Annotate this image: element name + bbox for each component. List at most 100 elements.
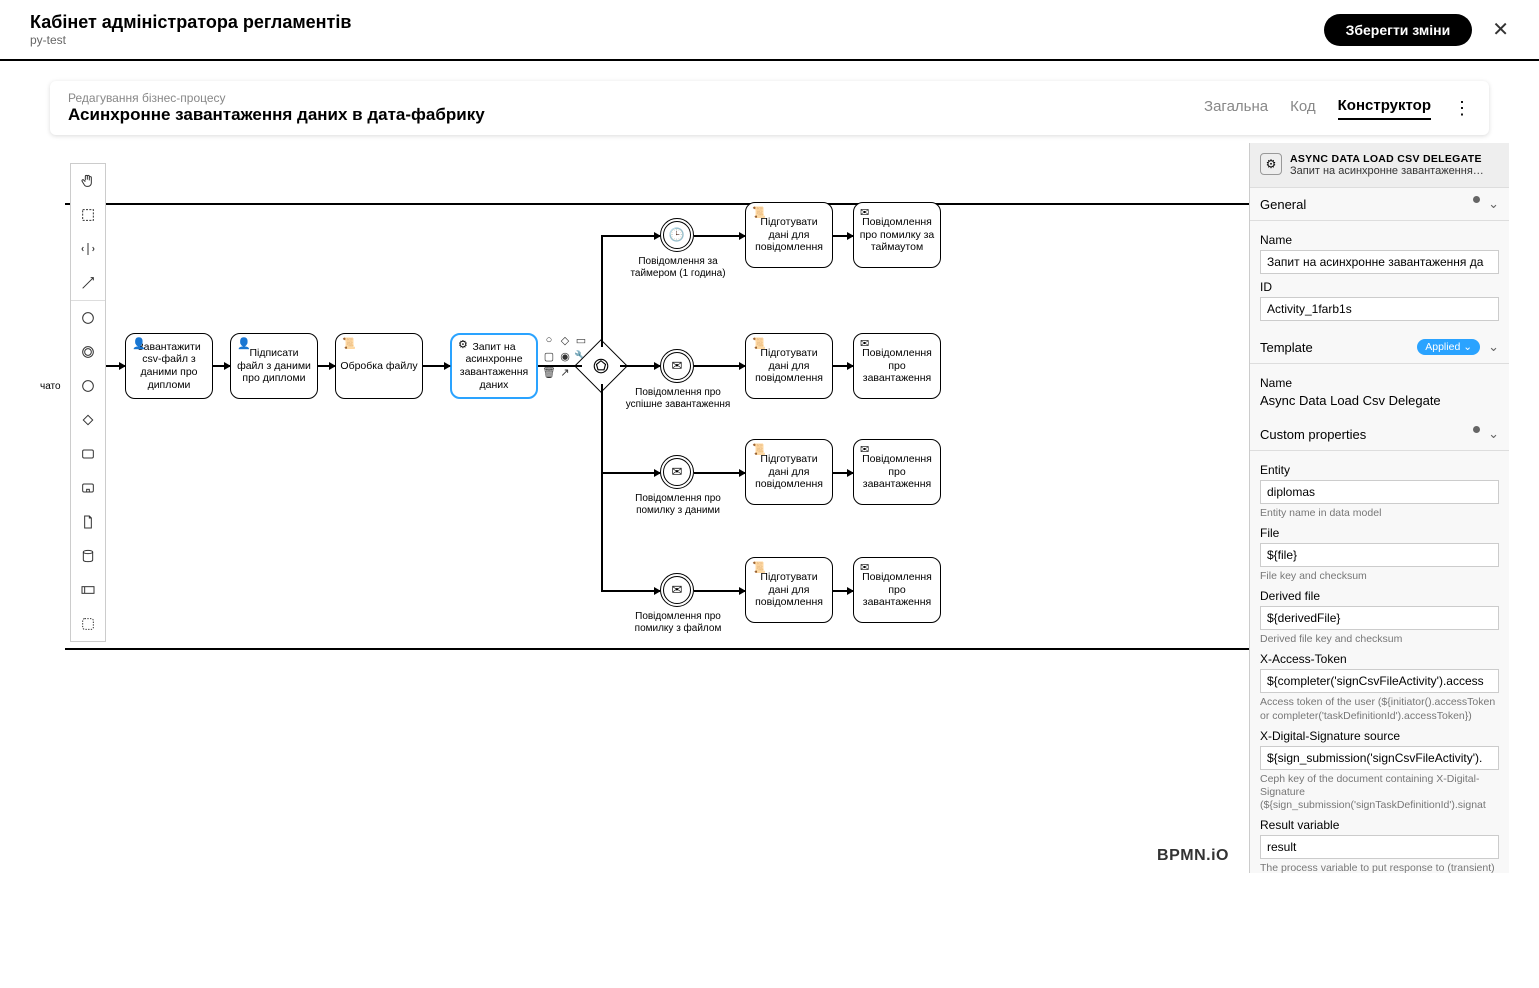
script-task-icon: 📜 [752, 562, 766, 575]
chevron-down-icon[interactable]: ⌄ [1488, 339, 1499, 355]
dot-icon [1473, 426, 1480, 433]
arrow-icon [119, 362, 126, 370]
message-event-err-file[interactable]: ✉ [660, 573, 694, 607]
task-sign-file[interactable]: 👤Підписати файл з даними про дипломи [230, 333, 318, 399]
editor-bar: Редагування бізнес-процесу Асинхронне за… [50, 81, 1489, 135]
task-prepare-data[interactable]: 📜Підготувати дані для повідомлення [745, 202, 833, 268]
script-task-icon: 📜 [752, 338, 766, 351]
section-template-head[interactable]: Template Applied ⌄ ⌄ [1250, 331, 1509, 364]
gateway-icon[interactable] [71, 403, 105, 437]
ctx-task-icon[interactable]: ▢ [542, 349, 556, 363]
ctx-end-icon[interactable]: ◉ [558, 349, 572, 363]
arrow-icon [847, 469, 854, 477]
result-variable-input[interactable] [1260, 835, 1499, 859]
ctx-delete-icon[interactable]: 🗑 [542, 365, 556, 379]
task-notify-load[interactable]: ✉Повідомлення про завантаження [853, 333, 941, 399]
start-event-icon[interactable] [71, 301, 105, 335]
edge [601, 235, 603, 347]
file-input[interactable] [1260, 543, 1499, 567]
timer-event-label: Повідомлення за таймером (1 година) [623, 256, 733, 279]
section-label: General [1260, 197, 1306, 212]
arrow-icon [847, 362, 854, 370]
group-icon[interactable] [71, 607, 105, 641]
intermediate-event-icon[interactable] [71, 335, 105, 369]
field-hint: Entity name in data model [1260, 507, 1499, 520]
arrow-icon [654, 232, 661, 240]
close-icon[interactable]: ✕ [1492, 17, 1509, 42]
task-prepare-data[interactable]: 📜Підготувати дані для повідомлення [745, 439, 833, 505]
arrow-icon [654, 587, 661, 595]
edge [694, 590, 745, 592]
section-template-body: Name Async Data Load Csv Delegate [1250, 364, 1509, 418]
section-general-body: Name ID [1250, 221, 1509, 331]
editor-tabs: Загальна Код Конструктор ⋮ [1204, 97, 1471, 120]
section-custom-head[interactable]: Custom properties ⌄ [1250, 418, 1509, 451]
chevron-down-icon[interactable]: ⌄ [1488, 196, 1499, 212]
tab-constructor[interactable]: Конструктор [1338, 97, 1431, 120]
ctx-gateway-icon[interactable]: ◇ [558, 333, 572, 347]
section-general-head[interactable]: General ⌄ [1250, 188, 1509, 221]
task-load-csv[interactable]: 👤Завантажити csv-файл з даними про дипло… [125, 333, 213, 399]
message-event-err-data[interactable]: ✉ [660, 455, 694, 489]
x-digital-signature-input[interactable] [1260, 746, 1499, 770]
send-task-icon: ✉ [860, 338, 869, 351]
section-label: Template [1260, 340, 1313, 355]
participant-icon[interactable] [71, 573, 105, 607]
task-async-request[interactable]: ⚙Запит на асинхронне завантаження даних [450, 333, 538, 399]
field-hint: Derived file key and checksum [1260, 633, 1499, 646]
end-event-icon[interactable] [71, 369, 105, 403]
task-prepare-data[interactable]: 📜Підготувати дані для повідомлення [745, 557, 833, 623]
arrow-icon [739, 469, 746, 477]
data-object-icon[interactable] [71, 505, 105, 539]
x-access-token-input[interactable] [1260, 669, 1499, 693]
task-process-file[interactable]: 📜Обробка файлу [335, 333, 423, 399]
field-label: Name [1260, 233, 1499, 247]
message-event-success[interactable]: ✉ [660, 349, 694, 383]
edge [694, 235, 745, 237]
space-tool-icon[interactable] [71, 232, 105, 266]
edge [538, 365, 582, 367]
task-label: Повідомлення про завантаження [858, 453, 936, 491]
lasso-tool-icon[interactable] [71, 198, 105, 232]
data-store-icon[interactable] [71, 539, 105, 573]
tab-general[interactable]: Загальна [1204, 98, 1268, 119]
save-button[interactable]: Зберегти зміни [1324, 14, 1473, 46]
edge [601, 235, 660, 237]
task-notify-load[interactable]: ✉Повідомлення про завантаження [853, 557, 941, 623]
breadcrumb: Редагування бізнес-процесу [68, 91, 485, 105]
task-label: Підготувати дані для повідомлення [750, 347, 828, 385]
arrow-icon [739, 362, 746, 370]
subprocess-icon[interactable] [71, 471, 105, 505]
arrow-icon [224, 362, 231, 370]
section-custom-body: Entity Entity name in data model File Fi… [1250, 451, 1509, 873]
derived-file-input[interactable] [1260, 606, 1499, 630]
send-task-icon: ✉ [860, 207, 869, 220]
hand-tool-icon[interactable] [71, 164, 105, 198]
more-menu-icon[interactable]: ⋮ [1453, 98, 1471, 119]
field-hint: File key and checksum [1260, 570, 1499, 583]
name-input[interactable] [1260, 250, 1499, 274]
ctx-annotation-icon[interactable]: ▭ [574, 333, 588, 347]
ctx-event-icon[interactable]: ○ [542, 333, 556, 347]
task-label: Повідомлення про помилку за таймаутом [858, 216, 936, 254]
edge [601, 590, 660, 592]
task-notify-timeout[interactable]: ✉Повідомлення про помилку за таймаутом [853, 202, 941, 268]
entity-input[interactable] [1260, 480, 1499, 504]
ctx-connect-icon[interactable]: ↗ [558, 365, 572, 379]
edge [601, 384, 603, 591]
timer-event[interactable]: 🕒 [660, 218, 694, 252]
tab-code[interactable]: Код [1290, 98, 1316, 119]
arrow-icon [739, 587, 746, 595]
task-prepare-data[interactable]: 📜Підготувати дані для повідомлення [745, 333, 833, 399]
tool-palette [70, 163, 106, 642]
connect-tool-icon[interactable] [71, 266, 105, 300]
user-task-icon: 👤 [132, 338, 146, 351]
task-icon[interactable] [71, 437, 105, 471]
app-header: Кабінет адміністратора регламентів py-te… [0, 0, 1539, 61]
bpmn-canvas[interactable]: чато 👤Завантажити csv-файл з даними про … [30, 143, 1509, 873]
chevron-down-icon[interactable]: ⌄ [1488, 426, 1499, 442]
applied-badge[interactable]: Applied ⌄ [1417, 339, 1480, 355]
id-input[interactable] [1260, 297, 1499, 321]
field-label: X-Access-Token [1260, 652, 1499, 666]
task-notify-load[interactable]: ✉Повідомлення про завантаження [853, 439, 941, 505]
